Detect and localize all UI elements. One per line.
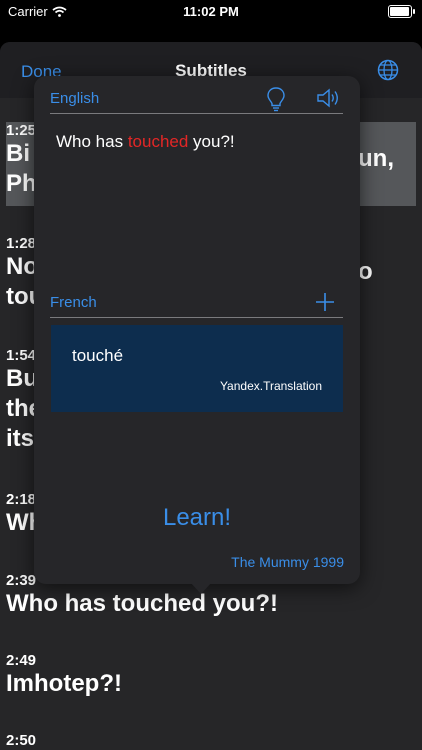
learn-button[interactable]: Learn!	[34, 504, 360, 532]
subtitle-line: Who has touched you?!	[6, 590, 278, 617]
speaker-icon[interactable]	[316, 87, 342, 109]
subtitle-entry[interactable]: 2:50	[6, 732, 36, 749]
status-bar: Carrier 11:02 PM	[0, 0, 422, 22]
highlighted-word[interactable]: touched	[128, 132, 189, 151]
subtitle-line-tail: un,	[358, 145, 394, 172]
divider	[50, 113, 343, 114]
subtitle-timestamp: 2:50	[6, 732, 37, 749]
subtitle-timestamp: 1:25	[6, 122, 37, 139]
source-text-before: Who has	[56, 132, 128, 151]
movie-title: The Mummy 1999	[231, 554, 344, 570]
subtitle-line: Imhotep?!	[6, 670, 122, 697]
plus-icon[interactable]	[315, 292, 335, 312]
subtitle-entry[interactable]: 2:49 Imhotep?!	[6, 652, 122, 699]
globe-icon[interactable]	[377, 59, 399, 81]
subtitle-line: Bi	[6, 140, 30, 167]
source-language-label[interactable]: English	[50, 90, 99, 107]
translation-text: touché	[72, 346, 124, 365]
target-language-label[interactable]: French	[50, 294, 97, 311]
lightbulb-icon[interactable]	[265, 86, 287, 112]
translation-popover: English Who has touched you?! French tou…	[34, 76, 360, 584]
divider	[50, 317, 343, 318]
subtitle-line: Ph	[6, 170, 37, 197]
popover-arrow	[190, 582, 212, 594]
subtitle-timestamp: 2:49	[6, 652, 37, 669]
source-text-after: you?!	[188, 132, 235, 151]
battery-icon	[388, 5, 415, 18]
status-time: 11:02 PM	[183, 4, 239, 19]
source-text[interactable]: Who has touched you?!	[56, 132, 235, 152]
subtitle-line-tail: o	[358, 258, 373, 285]
translation-result: touché Yandex.Translation	[51, 325, 343, 412]
translation-credit: Yandex.Translation	[219, 379, 322, 393]
subtitle-entry[interactable]: 1:25 Bi Ph	[6, 122, 37, 199]
